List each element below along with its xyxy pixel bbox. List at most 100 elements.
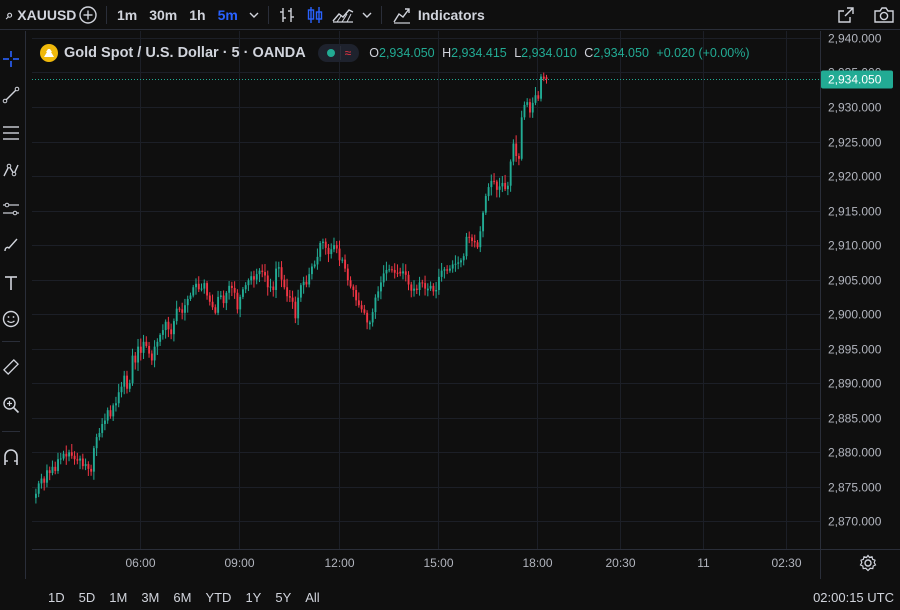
- compare-symbol-button[interactable]: [74, 0, 102, 30]
- candle-body: [333, 245, 335, 250]
- candle: [482, 210, 485, 238]
- candle-body: [68, 452, 71, 457]
- range-all-button[interactable]: All: [298, 590, 326, 605]
- zoom-tool[interactable]: [0, 391, 22, 419]
- snapshot-button[interactable]: [870, 0, 898, 30]
- low-value: 2,934.010: [521, 46, 577, 60]
- range-3m-button[interactable]: 3M: [134, 590, 166, 605]
- candle: [222, 290, 225, 308]
- chart-settings-button[interactable]: [858, 553, 878, 573]
- candle: [515, 135, 518, 162]
- candle-body: [462, 256, 465, 261]
- candle: [167, 316, 170, 338]
- open-value: 2,934.050: [379, 46, 435, 60]
- candle: [134, 352, 137, 370]
- range-1d-button[interactable]: 1D: [32, 590, 72, 605]
- candle-body: [112, 405, 115, 417]
- candle-body: [59, 458, 62, 460]
- candle: [153, 340, 156, 368]
- candle-body: [87, 464, 90, 469]
- candle-body: [269, 286, 272, 288]
- candle: [449, 265, 451, 273]
- candle: [446, 265, 449, 275]
- pattern-tool[interactable]: [0, 157, 22, 185]
- candle-body: [341, 259, 344, 261]
- candle-body: [222, 295, 225, 304]
- symbol-title[interactable]: Gold Spot / U.S. Dollar · 5 · OANDA: [64, 45, 306, 61]
- range-5d-button[interactable]: 5D: [72, 590, 103, 605]
- candle-body: [189, 295, 192, 299]
- candle: [109, 405, 112, 419]
- interval-30m-button[interactable]: 30m: [143, 0, 183, 30]
- candle-body: [404, 271, 407, 275]
- range-6m-button[interactable]: 6M: [166, 590, 198, 605]
- candle: [341, 257, 344, 264]
- candle: [51, 460, 54, 476]
- interval-1h-button[interactable]: 1h: [183, 0, 211, 30]
- bar-chart-type-button[interactable]: [273, 0, 301, 30]
- forecast-tool[interactable]: [0, 195, 22, 223]
- range-ytd-button[interactable]: YTD: [198, 590, 238, 605]
- candle-body: [346, 268, 349, 281]
- candlestick-chart[interactable]: 2,870.000 2,875.000 2,880.000 2,885.000 2,89…: [32, 31, 900, 579]
- indicators-button[interactable]: Indicators: [386, 0, 491, 30]
- candle: [432, 283, 435, 296]
- candle-body: [51, 466, 54, 474]
- brush-tool[interactable]: [0, 231, 22, 259]
- measure-tool[interactable]: [0, 353, 22, 381]
- price-axis[interactable]: 2,870.000 2,875.000 2,880.000 2,885.000 2,89…: [828, 32, 882, 529]
- candle-body: [330, 249, 333, 255]
- trend-line-tool[interactable]: [0, 81, 22, 109]
- range-1y-button[interactable]: 1Y: [238, 590, 268, 605]
- candle: [523, 101, 526, 120]
- emoji-tool[interactable]: [0, 305, 22, 333]
- candle: [277, 261, 280, 278]
- candle-body: [495, 181, 498, 190]
- symbol-search-button[interactable]: ⌕ XAUUSD: [0, 0, 76, 30]
- candle: [462, 253, 465, 266]
- time-axis[interactable]: 06:00 09:00 12:00 15:00 18:00 20:30 11 02:30: [125, 556, 801, 570]
- text-tool[interactable]: [0, 269, 22, 297]
- interval-dropdown-button[interactable]: [244, 0, 264, 30]
- close-value: 2,934.050: [593, 46, 649, 60]
- crosshair-tool[interactable]: [0, 45, 22, 73]
- candle: [529, 98, 531, 118]
- utc-clock[interactable]: 02:00:15 UTC: [813, 590, 894, 605]
- candle-body: [506, 185, 509, 190]
- candle-body: [487, 187, 490, 197]
- candle-body: [120, 386, 123, 393]
- magnet-tool[interactable]: [0, 443, 22, 471]
- candle: [305, 275, 308, 288]
- candle: [145, 336, 148, 348]
- candle-body: [545, 77, 548, 80]
- candle-body: [327, 247, 330, 255]
- candle-body: [76, 459, 79, 461]
- chart-type-dropdown-button[interactable]: [357, 0, 377, 30]
- candle: [316, 248, 319, 270]
- candle-body: [484, 196, 487, 213]
- area-chart-type-button[interactable]: [329, 0, 357, 30]
- candle-body: [349, 280, 352, 287]
- crosshair-icon: [3, 51, 19, 67]
- candle-body: [374, 297, 377, 313]
- candle: [471, 234, 473, 247]
- candle-body: [70, 452, 73, 456]
- candle-body: [322, 241, 324, 244]
- candles-chart-type-button[interactable]: [301, 0, 329, 30]
- market-status-pill[interactable]: ≈: [317, 44, 360, 62]
- interval-1m-button[interactable]: 1m: [111, 0, 143, 30]
- fullscreen-button[interactable]: [832, 0, 860, 30]
- candle-body: [360, 305, 363, 310]
- range-5y-button[interactable]: 5Y: [268, 590, 298, 605]
- chart-pane[interactable]: 2,870.000 2,875.000 2,880.000 2,885.000 2,89…: [32, 31, 900, 579]
- fib-tool[interactable]: [0, 119, 22, 147]
- interval-5m-button[interactable]: 5m: [212, 0, 244, 30]
- candle-body: [426, 288, 429, 291]
- brush-icon: [4, 238, 18, 252]
- candle-body: [150, 353, 153, 361]
- candle-body: [418, 282, 421, 290]
- candle: [123, 370, 126, 395]
- range-1m-button[interactable]: 1M: [102, 590, 134, 605]
- candle: [208, 292, 211, 306]
- candle-body: [410, 284, 413, 291]
